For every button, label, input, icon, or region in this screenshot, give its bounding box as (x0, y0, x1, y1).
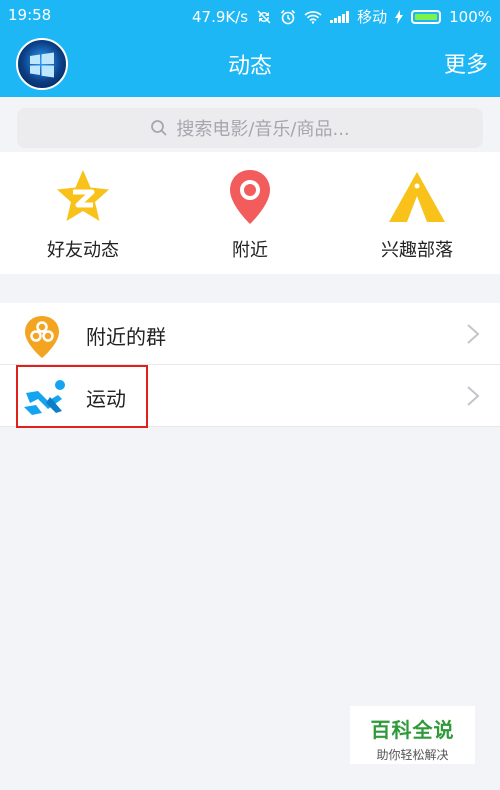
chevron-right-icon (467, 324, 480, 344)
alarm-icon (281, 9, 296, 24)
carrier-label: 移动 (357, 8, 388, 26)
avatar[interactable] (16, 38, 68, 90)
star-icon (51, 166, 115, 230)
signal-icon (330, 10, 350, 23)
app-header: 19:58 47.9K/s 移动 100% 动态 更多 (0, 0, 500, 97)
status-icons: 47.9K/s 移动 100% (192, 6, 492, 27)
chevron-right-icon (467, 386, 480, 406)
list-item-label: 附近的群 (86, 325, 166, 349)
quick-item-interest-tribe[interactable]: 兴趣部落 (352, 166, 482, 262)
status-bar: 19:58 47.9K/s 移动 100% (0, 0, 500, 30)
quick-actions: 好友动态 附近 兴趣部落 (0, 152, 500, 274)
group-pin-icon (22, 315, 62, 358)
tent-icon (385, 166, 449, 230)
search-input[interactable]: 搜索电影/音乐/商品... (17, 108, 483, 148)
charging-icon (395, 9, 404, 24)
watermark: 百科全说 助你轻松解决 (350, 706, 475, 764)
wifi-icon (304, 10, 322, 24)
battery-icon (411, 9, 442, 24)
watermark-title: 百科全说 (370, 718, 455, 742)
quick-item-label: 附近 (232, 240, 268, 261)
selection-highlight (16, 365, 148, 428)
network-speed: 47.9K/s (191, 7, 249, 26)
quick-item-label: 兴趣部落 (381, 240, 453, 261)
quick-item-label: 好友动态 (47, 240, 119, 261)
sync-off-icon (257, 9, 271, 24)
quick-item-nearby[interactable]: 附近 (185, 166, 315, 262)
watermark-subtitle: 助你轻松解决 (376, 748, 449, 762)
search-placeholder: 搜索电影/音乐/商品... (176, 119, 350, 140)
list-item-nearby-groups[interactable]: 附近的群 (0, 303, 500, 365)
search-icon (151, 120, 167, 136)
page-title: 动态 (227, 54, 272, 79)
more-button[interactable]: 更多 (444, 47, 488, 79)
windows-logo-icon (30, 52, 54, 78)
battery-percent: 100% (449, 7, 492, 26)
quick-item-friends-feed[interactable]: 好友动态 (18, 166, 148, 262)
status-time: 19:58 (8, 6, 52, 24)
location-pin-icon (218, 166, 282, 230)
